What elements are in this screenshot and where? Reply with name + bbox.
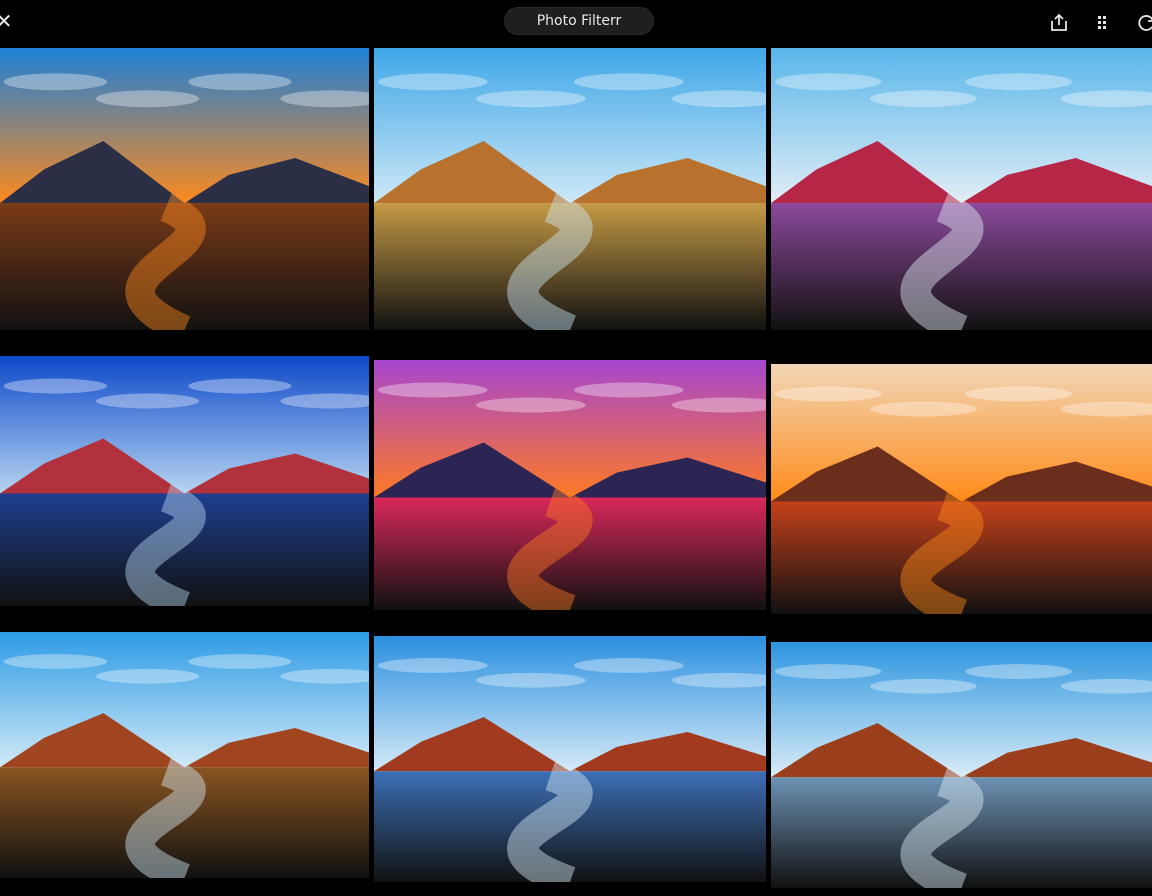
cloud [774, 386, 882, 402]
thumbnail-image [0, 48, 369, 330]
cloud [965, 664, 1072, 679]
refresh-icon[interactable] [1136, 12, 1152, 34]
thumbnail-image [771, 364, 1152, 614]
share-icon[interactable] [1048, 12, 1070, 34]
cloud [475, 90, 586, 108]
cloud [95, 90, 200, 108]
cloud [188, 378, 292, 394]
filter-thumbnail[interactable] [771, 642, 1152, 888]
cloud [965, 73, 1072, 91]
cloud [475, 672, 586, 688]
cloud [95, 668, 200, 684]
cloud [870, 90, 977, 108]
app-title: Photo Filterr [536, 13, 622, 29]
cloud [377, 382, 488, 398]
close-icon[interactable]: ✕ [0, 10, 14, 32]
grid-icon[interactable] [1093, 12, 1115, 34]
cloud [377, 73, 488, 91]
cloud [95, 393, 200, 409]
cloud [573, 73, 684, 91]
thumbnail-image [374, 48, 766, 330]
filter-thumbnail[interactable] [771, 48, 1152, 330]
cloud [774, 73, 882, 91]
cloud [3, 654, 108, 669]
cloud [870, 678, 977, 694]
cloud [3, 73, 108, 91]
cloud [573, 382, 684, 398]
thumbnail-image [374, 636, 766, 882]
thumbnail-image [0, 632, 369, 878]
filter-thumbnail[interactable] [374, 48, 766, 330]
photo-grid [0, 46, 1152, 896]
top-toolbar: ✕ Photo Filterr [0, 0, 1152, 46]
cloud [870, 401, 977, 417]
cloud [774, 664, 882, 679]
cloud [573, 658, 684, 673]
thumbnail-image [0, 356, 369, 606]
thumbnail-image [771, 642, 1152, 888]
cloud [475, 397, 586, 413]
filter-thumbnail[interactable] [0, 356, 369, 606]
thumbnail-image [374, 360, 766, 610]
cloud [965, 386, 1072, 402]
title-pill: Photo Filterr [504, 7, 654, 35]
filter-thumbnail[interactable] [0, 48, 369, 330]
filter-thumbnail[interactable] [771, 364, 1152, 614]
cloud [3, 378, 108, 394]
filter-thumbnail[interactable] [0, 632, 369, 878]
cloud [188, 73, 292, 91]
cloud [377, 658, 488, 673]
filter-thumbnail[interactable] [374, 636, 766, 882]
thumbnail-image [771, 48, 1152, 330]
filter-thumbnail[interactable] [374, 360, 766, 610]
cloud [188, 654, 292, 669]
